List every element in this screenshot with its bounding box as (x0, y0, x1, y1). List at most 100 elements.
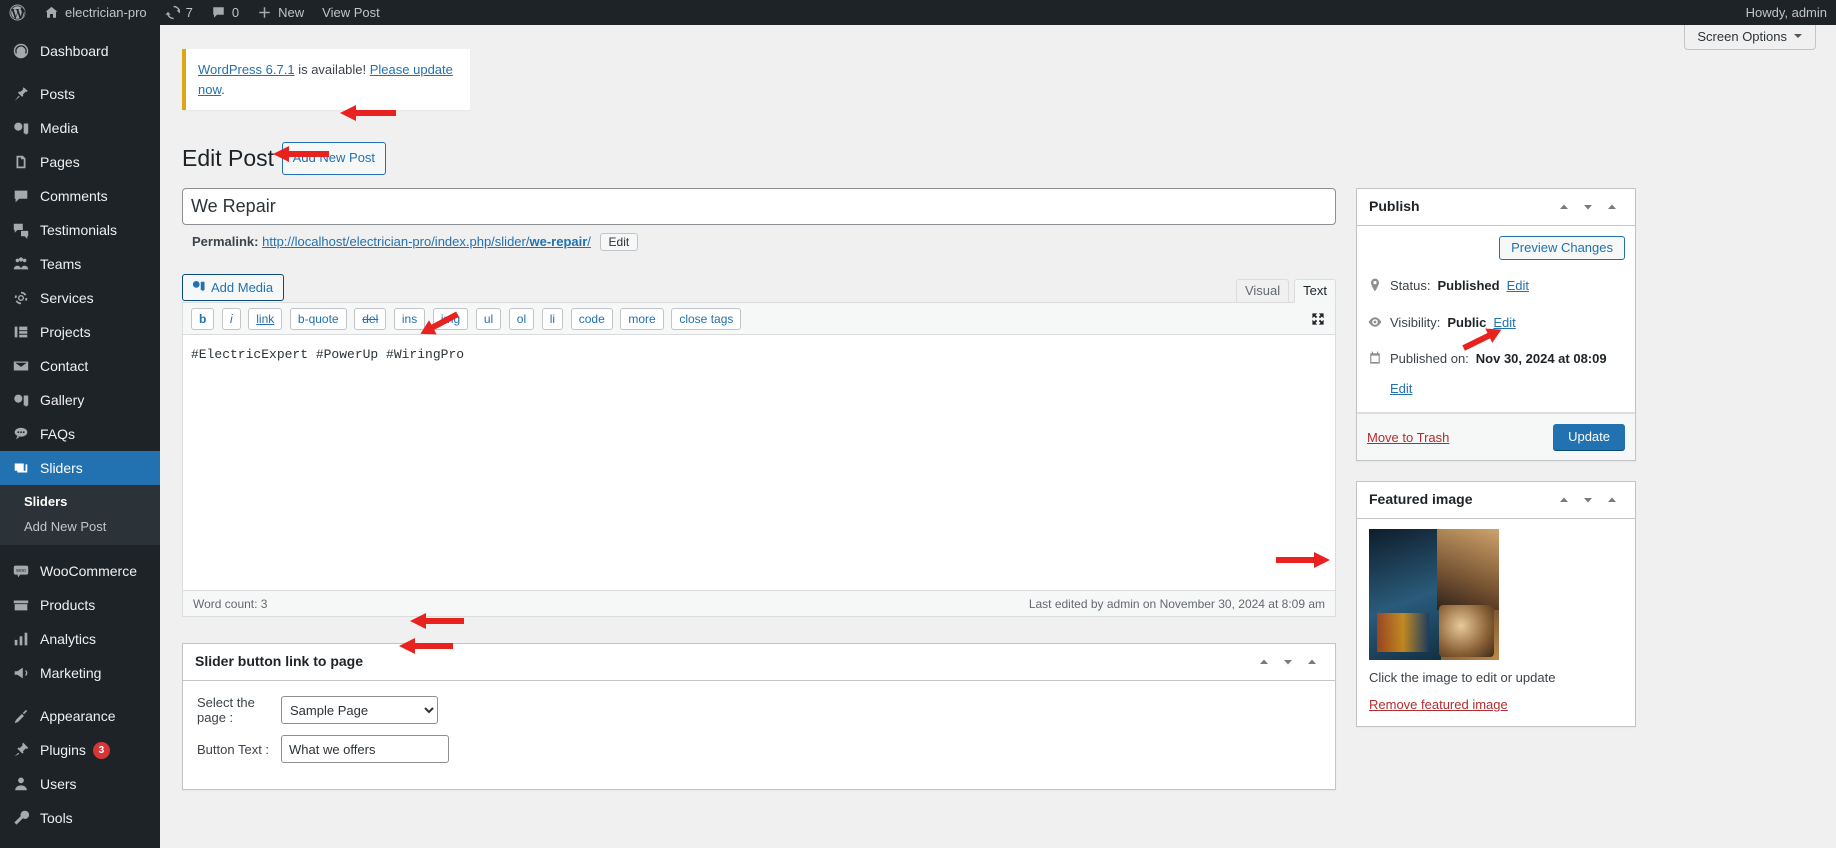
pages-icon (11, 152, 31, 172)
edit-status-link[interactable]: Edit (1507, 276, 1529, 296)
sidebar-item-contact[interactable]: Contact (0, 349, 160, 383)
permalink-prefix: http://localhost/electrician-pro/index.p… (262, 234, 530, 250)
quicktag-code[interactable]: code (570, 308, 613, 331)
analytics-icon (11, 629, 31, 649)
toggle-panel-icon[interactable] (1601, 193, 1623, 221)
wordpress-logo-button[interactable] (0, 0, 35, 25)
chevron-down-icon[interactable] (1277, 648, 1299, 676)
screen-options-toggle[interactable]: Screen Options (1684, 25, 1816, 50)
chevron-up-icon[interactable] (1553, 193, 1575, 221)
sidebar-item-label: Marketing (40, 665, 102, 681)
chevron-up-icon[interactable] (1553, 486, 1575, 514)
quicktag-img[interactable]: img (432, 308, 469, 331)
add-media-label: Add Media (211, 279, 274, 295)
post-body: Permalink: http://localhost/electrician-… (182, 188, 1816, 810)
move-to-trash-link[interactable]: Move to Trash (1367, 430, 1449, 445)
sidebar-item-faqs[interactable]: FAQs (0, 417, 160, 451)
admin-body: WordPress 6.7.1 is available! Please upd… (160, 25, 1836, 848)
sidebar-item-comments[interactable]: Comments (0, 179, 160, 213)
remove-featured-image-link[interactable]: Remove featured image (1369, 697, 1508, 712)
select-page-dropdown[interactable]: Sample Page (281, 696, 438, 725)
tab-visual[interactable]: Visual (1235, 279, 1290, 303)
sidebar-item-analytics[interactable]: Analytics (0, 622, 160, 656)
sidebar-submenu-item-sliders[interactable]: Sliders (0, 489, 160, 514)
edit-visibility-link[interactable]: Edit (1493, 313, 1515, 333)
quicktag-close-tags[interactable]: close tags (671, 308, 742, 331)
quicktag-b-quote[interactable]: b-quote (289, 308, 347, 331)
quicktag-ul[interactable]: ul (475, 308, 502, 331)
quicktag-link[interactable]: link (248, 308, 283, 331)
chevron-down-icon[interactable] (1577, 486, 1599, 514)
slider-metabox-header: Slider button link to page (183, 644, 1335, 682)
admin-body-content: WordPress 6.7.1 is available! Please upd… (160, 25, 1836, 810)
toggle-panel-icon[interactable] (1601, 486, 1623, 514)
featured-image-metabox: Featured image Click the image to edit o… (1356, 481, 1636, 728)
comments-button[interactable]: 0 (202, 0, 248, 25)
sidebar-item-label: Contact (40, 358, 89, 374)
toggle-panel-icon[interactable] (1301, 648, 1323, 676)
quicktag-more[interactable]: more (620, 308, 664, 331)
sidebar-item-woocommerce[interactable]: woo WooCommerce (0, 554, 160, 588)
eye-icon (1367, 314, 1383, 336)
post-title-input[interactable] (182, 188, 1336, 226)
chevron-down-icon[interactable] (1577, 193, 1599, 221)
sidebar-submenu-item-add-new-post[interactable]: Add New Post (0, 514, 160, 539)
featured-image-hint: Click the image to edit or update (1369, 670, 1556, 686)
preview-changes-button[interactable]: Preview Changes (1499, 236, 1625, 261)
misc-publishing-actions: Status: Published Edit Visibility: Publi… (1357, 270, 1635, 412)
sidebar-item-appearance[interactable]: Appearance (0, 699, 160, 733)
sidebar-item-label: Services (40, 290, 94, 306)
slider-button-link-metabox: Slider button link to page Select the pa… (182, 643, 1336, 791)
view-post-button[interactable]: View Post (313, 0, 389, 25)
featured-image-thumbnail[interactable] (1369, 529, 1499, 661)
sidebar-item-label: Testimonials (40, 222, 118, 238)
update-button[interactable]: Update (1553, 424, 1625, 451)
faqs-icon (11, 424, 31, 444)
add-media-button[interactable]: Add Media (182, 274, 285, 302)
sidebar-item-media[interactable]: Media (0, 111, 160, 145)
add-new-post-button[interactable]: Add New Post (281, 142, 387, 176)
sidebar-item-testimonials[interactable]: Testimonials (0, 213, 160, 247)
sidebar-item-pages[interactable]: Pages (0, 145, 160, 179)
new-content-button[interactable]: New (248, 0, 313, 25)
sidebar-item-projects[interactable]: Projects (0, 315, 160, 349)
sidebar-item-products[interactable]: Products (0, 588, 160, 622)
sidebar-item-marketing[interactable]: Marketing (0, 656, 160, 690)
sidebar-item-services[interactable]: Services (0, 281, 160, 315)
view-post-label: View Post (322, 5, 380, 20)
site-name-button[interactable]: electrician-pro (35, 0, 156, 25)
quicktag-ol[interactable]: ol (508, 308, 535, 331)
howdy-account-menu[interactable]: Howdy, admin (1737, 0, 1836, 25)
menu-separator-1 (0, 68, 160, 77)
tab-text[interactable]: Text (1294, 279, 1336, 304)
sidebar-item-tools[interactable]: Tools (0, 801, 160, 835)
sidebar-item-teams[interactable]: Teams (0, 247, 160, 281)
quicktag-li[interactable]: li (541, 308, 564, 331)
slider-metabox-body: Select the page : Sample Page Button Tex… (183, 681, 1335, 789)
quicktag-del[interactable]: del (354, 308, 387, 331)
permalink-link[interactable]: http://localhost/electrician-pro/index.p… (262, 234, 591, 249)
sidebar-item-label: Gallery (40, 392, 85, 408)
quicktag-ins[interactable]: ins (393, 308, 426, 331)
sidebar-item-dashboard[interactable]: Dashboard (0, 34, 160, 68)
wordpress-update-notice: WordPress 6.7.1 is available! Please upd… (182, 49, 470, 110)
edit-published-link[interactable]: Edit (1390, 379, 1412, 399)
sidebar-item-plugins[interactable]: Plugins 3 (0, 733, 160, 767)
sidebar-item-posts[interactable]: Posts (0, 77, 160, 111)
fullscreen-icon[interactable] (1310, 311, 1326, 327)
updates-button[interactable]: 7 (156, 0, 202, 25)
quicktag-italic[interactable]: i (221, 308, 241, 331)
chevron-up-icon[interactable] (1253, 648, 1275, 676)
publish-metabox-actions (1553, 193, 1623, 221)
sidebar-item-label: Sliders (40, 460, 83, 476)
wordpress-logo-icon (9, 4, 26, 21)
update-version-link[interactable]: WordPress 6.7.1 (198, 62, 295, 77)
button-text-input[interactable] (281, 735, 449, 764)
sidebar-item-gallery[interactable]: Gallery (0, 383, 160, 417)
edit-permalink-button[interactable]: Edit (599, 233, 639, 252)
quicktag-bold[interactable]: b (191, 308, 215, 331)
published-value: Nov 30, 2024 at 08:09 (1475, 351, 1607, 367)
sidebar-item-sliders[interactable]: Sliders (0, 451, 160, 485)
post-content-textarea[interactable]: #ElectricExpert #PowerUp #WiringPro (183, 335, 1335, 591)
sidebar-item-users[interactable]: Users (0, 767, 160, 801)
